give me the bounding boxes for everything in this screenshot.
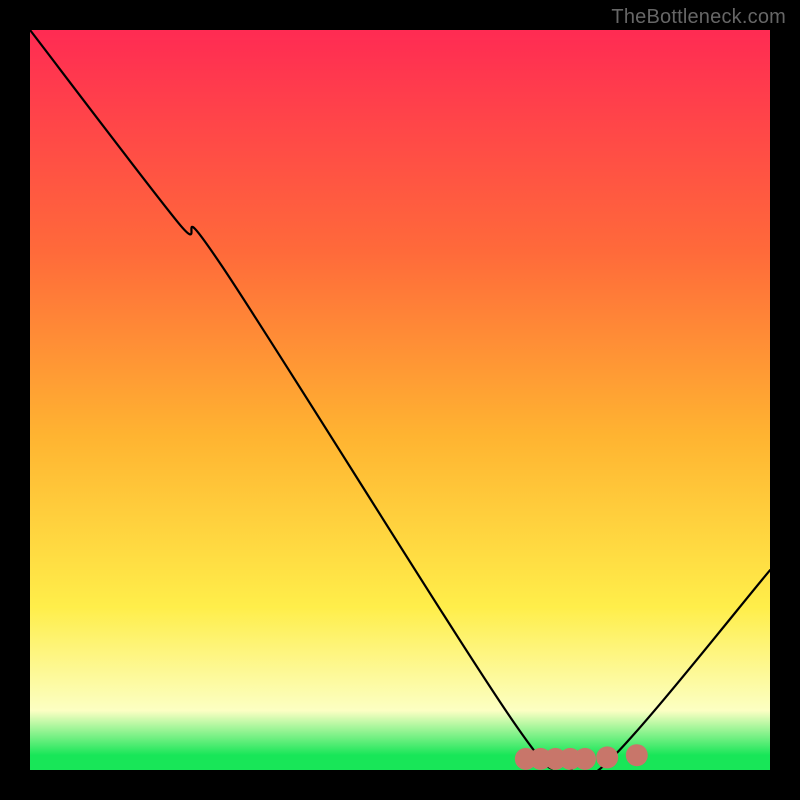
bottleneck-chart [30,30,770,770]
dot-cluster-6 [596,746,618,768]
gradient-bg [30,30,770,770]
watermark-text: TheBottleneck.com [611,6,786,29]
stage: TheBottleneck.com [0,0,800,800]
dot-outlier [626,744,648,766]
dot-cluster-5 [574,748,596,770]
plot-frame [30,30,770,770]
